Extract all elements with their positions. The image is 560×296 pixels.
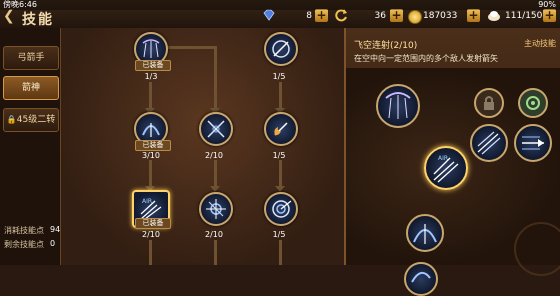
system-status-bar: 傍晚6:46 90% <box>0 0 560 10</box>
equipped-badge: 已装备 <box>135 140 171 151</box>
skill-level: 1/3 <box>144 72 158 81</box>
skill-node-flaming-arrow[interactable] <box>264 112 298 146</box>
add-energy-button[interactable]: + <box>390 9 403 22</box>
tree-connector <box>279 82 282 110</box>
status-time: 傍晚6:46 <box>3 0 37 9</box>
flaming-arrow-icon <box>274 122 288 136</box>
lock-icon <box>484 96 494 110</box>
skill-level: 2/10 <box>142 230 160 239</box>
crossed-arrows-icon <box>207 120 225 138</box>
refresh-icon <box>335 9 347 22</box>
skill-level: 1/5 <box>272 230 286 239</box>
slot-swirl-arrow[interactable] <box>404 262 438 296</box>
gear-icon <box>526 96 540 110</box>
gold-count: 187033 <box>423 11 458 21</box>
stamina-icon <box>488 11 500 21</box>
page-title: 技能 <box>22 12 54 28</box>
slot-gear[interactable] <box>518 88 548 118</box>
swirl-arrow-icon <box>411 271 431 283</box>
skill-level: 1/5 <box>272 72 286 81</box>
skill-node-target-arrow[interactable] <box>264 32 298 66</box>
skill-name: 飞空连射(2/10) <box>354 41 418 51</box>
remaining-points-label: 剩余技能点 <box>4 240 44 249</box>
slot-sky-shot[interactable]: AIR <box>424 146 468 190</box>
tree-connector <box>279 240 282 265</box>
lock-icon: 🔒 <box>6 115 17 124</box>
add-gold-button[interactable]: + <box>467 9 480 22</box>
slot-locked[interactable] <box>474 88 504 118</box>
add-gem-button[interactable]: + <box>315 9 328 22</box>
add-stamina-button[interactable]: + <box>543 9 556 22</box>
slot-piercing-arrow[interactable] <box>514 124 552 162</box>
piercing-arrow-icon <box>522 136 544 150</box>
battery-level: 90% <box>538 0 556 9</box>
equipped-badge: 已装备 <box>135 60 171 71</box>
skill-node-burst-arrow[interactable] <box>199 192 233 226</box>
skill-detail-panel: 飞空连射(2/10) 主动技能 在空中向一定范围内的多个敌人发射箭矢 AIR <box>344 28 560 296</box>
skill-level: 2/10 <box>205 151 223 160</box>
skill-level: 3/10 <box>142 151 160 160</box>
tab-arrow-god-label: 箭神 <box>21 83 40 93</box>
remaining-points-value: 0 <box>50 239 56 248</box>
tree-connector <box>149 160 152 188</box>
tree-connector <box>279 160 282 188</box>
skill-level: 2/10 <box>205 230 223 239</box>
spent-points-value: 94 <box>50 225 61 234</box>
skill-type-label: 主动技能 <box>524 39 556 48</box>
tree-connector <box>165 46 215 49</box>
air-badge: AIR <box>142 198 152 205</box>
skill-description: 在空中向一定范围内的多个敌人发射箭矢 <box>354 54 498 63</box>
slot-arrow-rain[interactable] <box>376 84 420 128</box>
target-arrow-icon <box>272 40 290 58</box>
stamina-count: 111/150 <box>505 11 543 21</box>
tree-connector <box>149 240 152 265</box>
back-arrow-icon[interactable]: ❮ <box>3 9 19 23</box>
gold-coin-icon <box>408 10 422 24</box>
tab-second-job-locked[interactable]: 🔒45级二转 <box>3 108 59 132</box>
spiral-arrow-icon <box>272 200 292 218</box>
tab-second-job-label: 45级二转 <box>16 115 56 125</box>
energy-count: 36 <box>374 11 386 21</box>
skill-tree-panel: 已装备 1/3 1/5 已装备 3/10 2/10 1/5 AIR 已装备 2/… <box>60 28 345 265</box>
skill-node-spiral-arrow[interactable] <box>264 192 298 226</box>
slot-multi-arrow[interactable] <box>470 124 508 162</box>
burst-arrow-icon <box>206 199 226 219</box>
spent-points-label: 消耗技能点 <box>4 226 44 235</box>
tree-connector <box>214 46 217 110</box>
tree-connector <box>214 240 217 265</box>
arc-arrows-icon <box>413 224 437 244</box>
class-sidebar: 弓箭手 箭神 🔒45级二转 消耗技能点 94 剩余技能点 0 <box>0 28 60 265</box>
tree-connector <box>149 82 152 110</box>
decorative-wheel <box>514 222 560 276</box>
multi-arrow-icon <box>477 131 501 155</box>
equipped-badge: 已装备 <box>135 218 171 229</box>
tree-connector <box>214 160 217 188</box>
arc-arrows-icon <box>142 123 160 137</box>
tab-archer[interactable]: 弓箭手 <box>3 46 59 70</box>
arrow-rain-icon <box>142 39 160 58</box>
gem-count: 8 <box>306 11 312 21</box>
skill-node-crossed-arrows[interactable] <box>199 112 233 146</box>
sky-shot-icon: AIR <box>433 155 459 183</box>
blue-gem-icon <box>263 9 275 21</box>
arrow-rain-icon <box>385 92 411 119</box>
skill-level: 1/5 <box>272 151 286 160</box>
tab-arrow-god[interactable]: 箭神 <box>3 76 59 100</box>
slot-arc-arrows[interactable] <box>406 214 444 252</box>
tab-archer-label: 弓箭手 <box>17 53 45 63</box>
